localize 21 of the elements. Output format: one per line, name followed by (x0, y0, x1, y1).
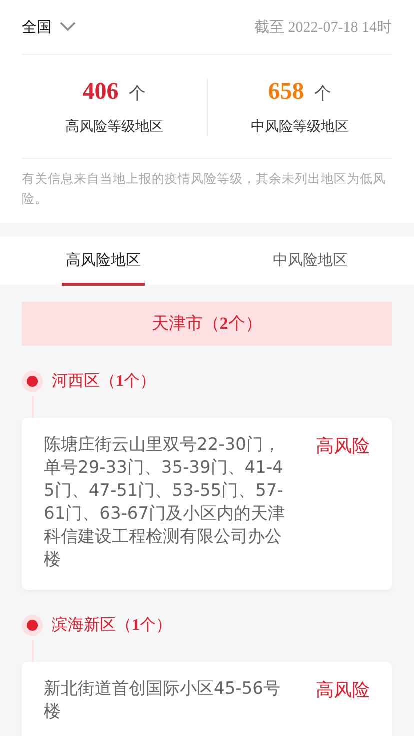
update-time: 截至 2022-07-18 14时 (254, 18, 392, 36)
risk-count: 658 (268, 79, 304, 106)
risk-count: 406 (82, 79, 119, 106)
info-note: 有关信息来自当地上报的疫情风险等级，其余未列出地区为低风险。 (22, 170, 387, 208)
count-unit: 个 (314, 83, 332, 105)
risk-tab[interactable]: 中风险地区 (207, 237, 414, 285)
area-address: 新北街道首创国际小区45-56号楼 (44, 678, 282, 724)
timeline-dot (27, 620, 38, 630)
area-address: 陈塘庄街云山里双号22-30门，单号29-33门、35-39门、41-45门、47-51门、53-55门、57-61门、63-67门及小区内的天津科信建设工程检测有限公司办公楼 (44, 434, 286, 572)
region-dropdown[interactable]: 全国 (22, 18, 76, 36)
chevron-down-icon (60, 22, 76, 32)
province-header: 天津市（2个） (22, 302, 392, 346)
district-name: 滨海新区（1个） (52, 614, 172, 636)
stat-label: 中风险等级地区 (250, 118, 349, 136)
risk-level: 高风险 (316, 679, 370, 703)
risk-tab[interactable]: 高风险地区 (0, 237, 207, 285)
stat-label: 高风险等级地区 (65, 118, 164, 136)
timeline-dot (27, 376, 38, 386)
district-name: 河西区（1个） (52, 370, 156, 392)
risk-level: 高风险 (316, 435, 370, 459)
count-unit: 个 (128, 83, 146, 105)
